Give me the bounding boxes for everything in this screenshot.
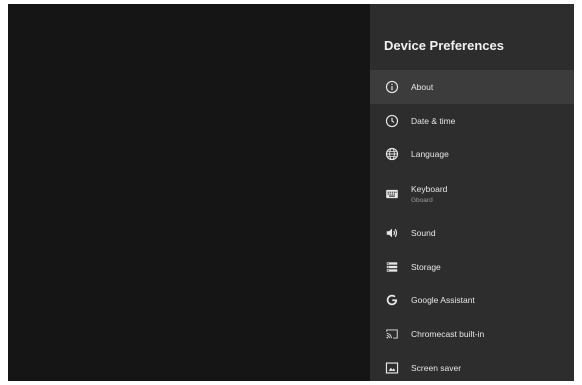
menu-item-label: Language [411, 149, 449, 160]
menu-item-screen-saver[interactable]: Screen saver [370, 351, 574, 381]
background-content-area [8, 4, 370, 381]
google-g-icon [385, 293, 399, 307]
menu-item-google-assistant[interactable]: Google Assistant [370, 283, 574, 317]
device-preferences-menu: About Date & time Language Keyboard Gboa… [370, 70, 574, 381]
menu-item-label: Sound [411, 227, 436, 238]
globe-icon [385, 147, 399, 161]
cast-icon [385, 327, 399, 341]
menu-item-label: Google Assistant [411, 295, 475, 306]
menu-item-language[interactable]: Language [370, 137, 574, 171]
menu-item-date-time[interactable]: Date & time [370, 104, 574, 138]
menu-item-storage[interactable]: Storage [370, 250, 574, 284]
settings-side-panel: Device Preferences About Date & time Lan… [370, 4, 574, 381]
clock-icon [385, 114, 399, 128]
menu-item-label: Chromecast built-in [411, 328, 485, 339]
screen-saver-icon [385, 361, 399, 375]
menu-item-label: About [411, 81, 434, 92]
menu-item-about[interactable]: About [370, 70, 574, 104]
menu-item-label: Storage [411, 261, 441, 272]
panel-title: Device Preferences [384, 38, 504, 53]
menu-item-sound[interactable]: Sound [370, 216, 574, 250]
menu-item-sublabel: Gboard [411, 196, 433, 204]
keyboard-icon [385, 187, 399, 201]
menu-item-keyboard[interactable]: Keyboard Gboard [370, 171, 574, 216]
info-icon [385, 80, 399, 94]
tv-screen: Device Preferences About Date & time Lan… [8, 4, 574, 381]
menu-item-chromecast[interactable]: Chromecast built-in [370, 317, 574, 351]
menu-item-label: Keyboard [411, 183, 448, 194]
menu-item-label: Date & time [411, 115, 456, 126]
speaker-icon [385, 226, 399, 240]
storage-icon [385, 260, 399, 274]
menu-item-label: Screen saver [411, 362, 462, 373]
